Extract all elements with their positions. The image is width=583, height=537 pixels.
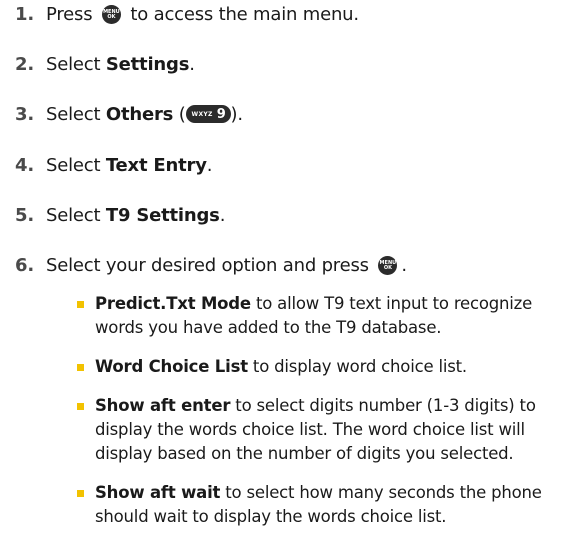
step-number: 5. <box>15 205 34 226</box>
step-text: . <box>206 155 213 176</box>
option-name: Show aft enter <box>95 396 231 415</box>
menu-option-t9-settings: T9 Settings <box>105 205 220 226</box>
step-3: 3. Select Others (WXYZ 9). <box>0 104 583 125</box>
step-4: 4. Select Text Entry. <box>0 155 583 176</box>
menu-ok-key-icon: MENU OK <box>378 255 398 275</box>
key-9-icon: WXYZ 9 <box>185 105 231 123</box>
step-text: ). <box>230 104 244 125</box>
menu-option-settings: Settings <box>105 54 190 75</box>
option-bullet: Show aft wait to select how many seconds… <box>69 481 569 529</box>
step-number: 1. <box>15 4 34 25</box>
option-name: Word Choice List <box>95 357 248 376</box>
menu-option-others: Others <box>105 104 174 125</box>
step-1: 1. Press MENU OK to access the main menu. <box>0 4 583 25</box>
step-number: 6. <box>15 255 34 276</box>
step-text: ( <box>173 104 186 125</box>
step-number: 2. <box>15 54 34 75</box>
option-name: Show aft wait <box>95 483 221 502</box>
step-text: to access the main menu. <box>124 4 359 25</box>
menu-option-text-entry: Text Entry <box>105 155 207 176</box>
bullet-square-icon <box>77 364 84 371</box>
bullet-square-icon <box>77 403 84 410</box>
option-bullet: Predict.Txt Mode to allow T9 text input … <box>69 292 569 340</box>
step-6: 6. Select your desired option and press … <box>0 255 583 276</box>
bullet-square-icon <box>77 301 84 308</box>
option-name: Predict.Txt Mode <box>95 294 251 313</box>
option-bullet: Word Choice List to display word choice … <box>69 355 569 379</box>
step-text: Select <box>46 155 106 176</box>
step-text: Select <box>46 104 106 125</box>
step-text: . <box>401 255 407 276</box>
step-text: Press <box>46 4 98 25</box>
menu-ok-key-icon: MENU OK <box>101 4 121 24</box>
step-text: . <box>219 205 226 226</box>
step-text: . <box>189 54 195 75</box>
bullet-square-icon <box>77 490 84 497</box>
step-5: 5. Select T9 Settings. <box>0 205 583 226</box>
step-text: Select <box>46 205 106 226</box>
instructions-page: 1. Press MENU OK to access the main menu.… <box>0 0 583 537</box>
step-text: Select <box>46 54 106 75</box>
step-2: 2. Select Settings. <box>0 54 583 75</box>
option-description: to display word choice list. <box>247 357 467 376</box>
step-text: Select your desired option and press <box>46 255 375 276</box>
step-number: 4. <box>15 155 34 176</box>
step-number: 3. <box>15 104 34 125</box>
option-bullet: Show aft enter to select digits number (… <box>69 394 569 466</box>
